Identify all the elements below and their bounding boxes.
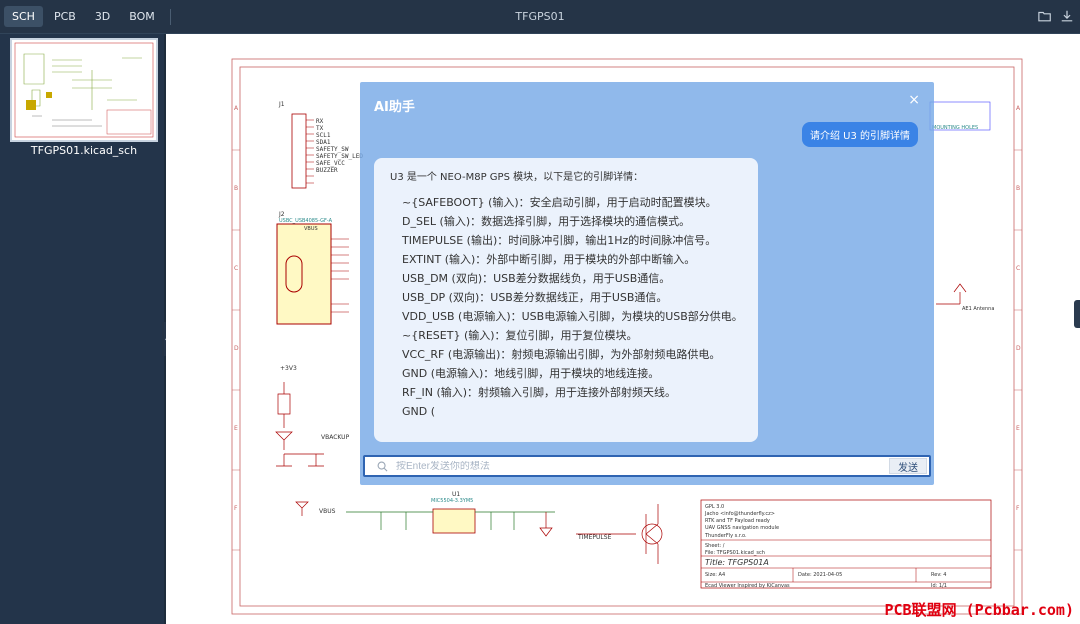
answer-line: VDD_USB (电源输入)：USB电源输入引脚，为模块的USB部分供电。 (402, 310, 743, 323)
j1-label: J1 (278, 101, 285, 108)
vbus-label: VBUS (304, 226, 318, 232)
svg-text:E: E (1016, 425, 1020, 432)
svg-text:B: B (1016, 185, 1020, 192)
j1-pin-label: BUZZER (316, 167, 338, 174)
answer-line: GND ( (402, 405, 436, 418)
j1-pin-label: SAFETY_SW (316, 146, 349, 153)
j1-pin-label: SAFE_VCC (316, 160, 345, 167)
timepulse-label: TIMEPULSE (577, 534, 612, 541)
answer-line: EXTINT (输入)：外部中断引脚，用于模块的外部中断输入。 (402, 253, 696, 266)
top-toolbar: SCH PCB 3D BOM TFGPS01 (0, 0, 1080, 34)
svg-text:E: E (234, 425, 238, 432)
usb-connector-j2: J2 USBC_USB4085-GF-A VBUS (276, 211, 349, 325)
u1-label: U1 (452, 491, 460, 498)
rf-antenna (936, 283, 967, 305)
answer-line: ~{RESET} (输入)：复位引脚，用于复位模块。 (402, 329, 638, 342)
tb-file: File: TFGPS01.kicad_sch (705, 550, 765, 556)
ai-panel-title: AI助手 (374, 100, 415, 115)
tab-pcb[interactable]: PCB (46, 6, 84, 27)
tb-title: Title: TFGPS01A (705, 558, 769, 567)
svg-text:C: C (234, 265, 238, 272)
view-tabs: SCH PCB 3D BOM (0, 0, 175, 33)
tb-date: Date: 2021-04-05 (798, 572, 842, 578)
answer-line: ~{SAFEBOOT} (输入)：安全启动引脚，用于启动时配置模块。 (402, 196, 717, 209)
chat-input-row: 发送 (363, 455, 931, 477)
j1-pin-label: SDA1 (316, 139, 331, 146)
tab-3d[interactable]: 3D (87, 6, 118, 27)
antenna-label: AE1 Antenna (962, 306, 994, 312)
vbackup-label: VBACKUP (321, 434, 350, 441)
connector-j1: J1 RX TX SCL1 SDA1 SAFETY_SW SAFETY_SW_L… (278, 101, 363, 189)
answer-line: USB_DM (双向)：USB差分数据线负，用于USB通信。 (402, 272, 671, 285)
folder-open-icon[interactable] (1038, 9, 1052, 23)
download-icon[interactable] (1060, 9, 1074, 23)
answer-line: VCC_RF (电源输出)：射频电源输出引脚，为外部射频电路供电。 (402, 348, 721, 361)
tb-sheet: Sheet: / (705, 543, 725, 549)
answer-line: TIMEPULSE (输出)：时间脉冲引脚，输出1Hz的时间脉冲信号。 (402, 234, 717, 247)
send-button[interactable]: 发送 (889, 458, 927, 474)
sheet-sidebar: TFGPS01.kicad_sch (0, 34, 164, 624)
sheet-thumbnail-label: TFGPS01.kicad_sch (30, 144, 138, 157)
svg-text:A: A (234, 105, 239, 112)
tab-sch[interactable]: SCH (4, 6, 43, 27)
sheet-thumbnail[interactable] (10, 38, 158, 142)
tb-desc1: RTK and TF Payload ready (705, 518, 770, 524)
chat-input[interactable] (396, 460, 889, 472)
assistant-answer-bubble: U3 是一个 NEO-M8P GPS 模块，以下是它的引脚详情： ~{SAFEB… (374, 158, 758, 442)
svg-text:F: F (234, 505, 238, 512)
svg-text:D: D (1016, 345, 1021, 352)
vbus-net-label: VBUS (319, 508, 336, 515)
tb-size: Size: A4 (705, 572, 725, 578)
svg-text:C: C (1016, 265, 1020, 272)
tab-divider (169, 8, 171, 25)
svg-text:D: D (234, 345, 239, 352)
watermark: PCB联盟网 (Pcbbar.com) (884, 601, 1075, 619)
search-icon (377, 461, 388, 471)
answer-line: GND (电源输入)：地线引脚，用于模块的地线连接。 (402, 367, 660, 380)
right-panel-handle[interactable] (1074, 300, 1080, 328)
tb-rev: Rev: 4 (931, 572, 946, 578)
j1-pin-label: SAFETY_SW_LED (316, 153, 363, 160)
regulator-u1: U1 MIC5504-3.3YM5 (346, 491, 555, 537)
j2-part: USBC_USB4085-GF-A (279, 218, 333, 224)
tb-author: Jacho <info@thunderfly.cz> (704, 511, 775, 517)
tb-desc2: UAV GNSS navigation module (705, 525, 779, 531)
ai-assistant-panel: AI助手 × 请介绍 U3 的引脚详情 U3 是一个 NEO-M8P GPS 模… (360, 82, 934, 485)
tb-id: Id: 1/1 (931, 583, 947, 589)
answer-line: USB_DP (双向)：USB差分数据线正，用于USB通信。 (402, 291, 668, 304)
tb-license: GPL 3.0 (705, 504, 724, 510)
svg-text:B: B (234, 185, 238, 192)
power-circuit (275, 382, 324, 516)
tb-company: ThunderFly s.r.o. (704, 533, 747, 539)
mounting-holes-label: MOUNTING HOLES (932, 125, 978, 131)
j2-label: J2 (278, 211, 285, 218)
v33-label: +3V3 (280, 365, 297, 372)
close-icon[interactable]: × (908, 92, 920, 108)
user-message-bubble: 请介绍 U3 的引脚详情 (801, 122, 918, 147)
j1-pin-label: RX (316, 118, 324, 125)
u1-part: MIC5504-3.3YM5 (431, 498, 473, 504)
svg-text:F: F (1016, 505, 1020, 512)
j1-pin-label: SCL1 (316, 132, 331, 139)
tb-viewer: Ecad Viewer Inspired by KiCanvas (705, 583, 790, 589)
answer-intro: U3 是一个 NEO-M8P GPS 模块，以下是它的引脚详情： (390, 172, 644, 183)
title-block: GPL 3.0 Jacho <info@thunderfly.cz> RTK a… (700, 499, 992, 589)
tab-bom[interactable]: BOM (121, 6, 163, 27)
j1-pin-label: TX (316, 125, 324, 132)
svg-text:A: A (1016, 105, 1021, 112)
answer-line: RF_IN (输入)：射频输入引脚，用于连接外部射频天线。 (402, 386, 677, 399)
answer-line: D_SEL (输入)：数据选择引脚，用于选择模块的通信模式。 (402, 215, 691, 228)
